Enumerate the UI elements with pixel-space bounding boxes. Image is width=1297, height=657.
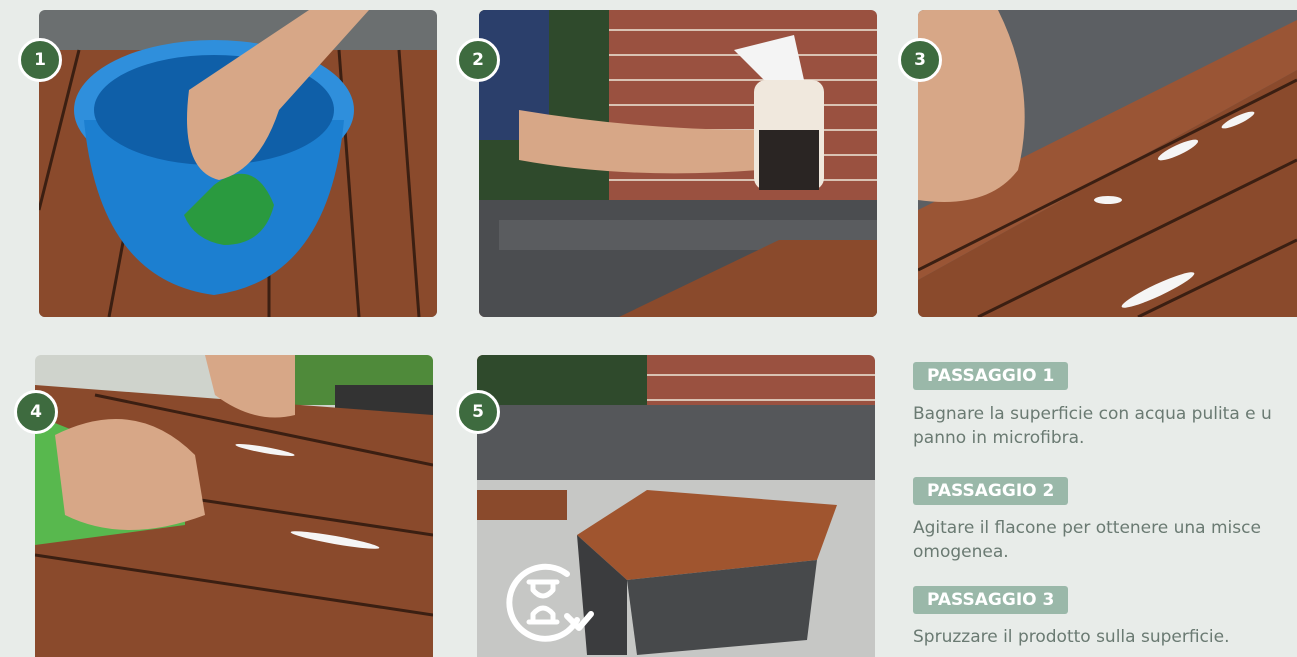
step-1-title: PASSAGGIO 1 [913,362,1069,390]
bucket-scene-illustration [39,10,437,317]
step-1-photo [39,10,437,317]
wiping-wood-illustration [35,355,433,657]
step-3-badge: 3 [898,38,942,82]
step-1-text: Bagnare la superficie con acqua pulita e… [913,404,1272,448]
step-3-text-clip: Spruzzare il prodotto sulla superficie. [913,625,1297,653]
step-3-text: Spruzzare il prodotto sulla superficie. [913,627,1230,647]
step-3-title: PASSAGGIO 3 [913,586,1069,614]
spray-scene-illustration [479,10,877,317]
step-2-text: Agitare il flacone per ottenere una misc… [913,518,1261,562]
step-4-photo [35,355,433,657]
step-2-badge: 2 [456,38,500,82]
step-2-text-clip: Agitare il flacone per ottenere una misc… [913,516,1297,576]
step-3-photo [918,10,1297,317]
step-1-badge: 1 [18,38,62,82]
hourglass-rotate-icon [497,560,595,644]
spray-on-wood-illustration [918,10,1297,317]
step-2-photo [479,10,877,317]
step-5-badge: 5 [456,390,500,434]
step-4-badge: 4 [14,390,58,434]
step-2-title: PASSAGGIO 2 [913,477,1069,505]
step-1-text-clip: Bagnare la superficie con acqua pulita e… [913,402,1297,462]
